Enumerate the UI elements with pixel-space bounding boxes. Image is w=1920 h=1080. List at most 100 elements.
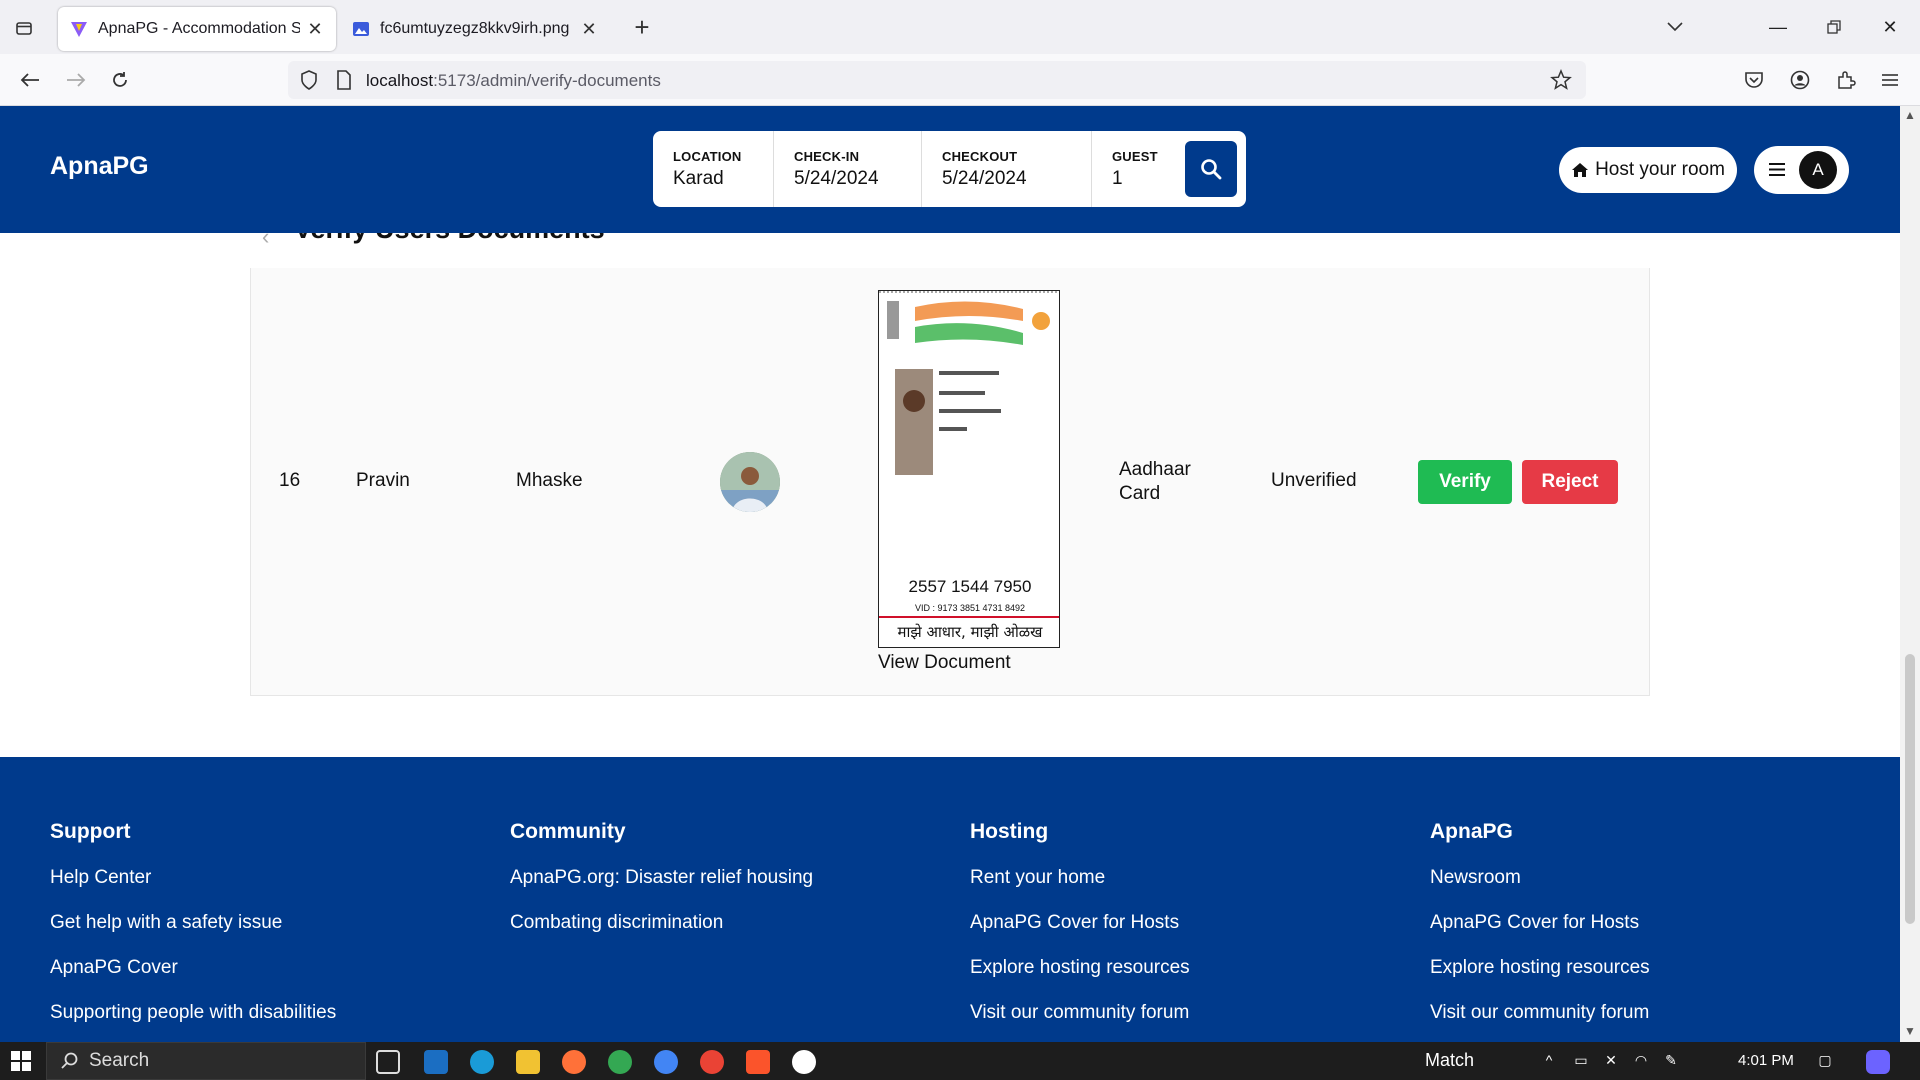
footer-heading: ApnaPG: [1430, 820, 1513, 843]
back-icon[interactable]: [14, 64, 46, 96]
app-icon[interactable]: [792, 1050, 816, 1074]
wifi-icon[interactable]: ◠: [1632, 1052, 1650, 1070]
taskbar-widget[interactable]: Match: [1425, 1050, 1474, 1071]
hamburger-icon: [1769, 163, 1785, 176]
tab-list-icon[interactable]: [10, 14, 38, 42]
tab-title: fc6umtuyzegz8kkv9irh.png (PN: [380, 20, 574, 37]
footer-link[interactable]: Explore hosting resources: [1430, 957, 1650, 1002]
footer-link[interactable]: ApnaPG Cover: [50, 957, 336, 1002]
close-window-icon[interactable]: ✕: [1872, 10, 1908, 44]
checkout-field[interactable]: CHECKOUT 5/24/2024: [921, 131, 1091, 207]
scrollbar-thumb[interactable]: [1905, 654, 1915, 924]
home-icon: [1572, 163, 1589, 177]
chrome-profile-icon[interactable]: [654, 1050, 678, 1074]
footer-link[interactable]: Visit our community forum: [1430, 1002, 1650, 1047]
footer-column-hosting: Hosting Rent your home ApnaPG Cover for …: [970, 820, 1190, 1047]
scroll-down-icon[interactable]: ▼: [1903, 1024, 1917, 1038]
reload-icon[interactable]: [104, 64, 136, 96]
footer-link[interactable]: Supporting people with disabilities: [50, 1002, 336, 1047]
footer-link[interactable]: Help Center: [50, 867, 336, 912]
footer-link[interactable]: ApnaPG Cover for Hosts: [1430, 912, 1650, 957]
firefox-icon[interactable]: [562, 1050, 586, 1074]
task-view-icon[interactable]: [376, 1050, 400, 1074]
site-header: ApnaPG LOCATION Karad CHECK-IN 5/24/2024…: [0, 106, 1900, 233]
user-avatar: [720, 452, 780, 512]
taskbar-search[interactable]: Search: [46, 1042, 366, 1080]
footer-link[interactable]: ApnaPG.org: Disaster relief housing: [510, 867, 813, 912]
edge-icon[interactable]: [470, 1050, 494, 1074]
tray-chevron-icon[interactable]: ^: [1540, 1052, 1558, 1070]
guest-field[interactable]: GUEST 1: [1091, 131, 1181, 207]
footer-link[interactable]: Rent your home: [970, 867, 1190, 912]
page-scrollbar[interactable]: ▲ ▼: [1900, 106, 1920, 1042]
extensions-icon[interactable]: [1830, 64, 1862, 96]
windows-taskbar: Search Match ^ ▭ ✕ ◠ ✎ 4:01 PM ▢: [0, 1042, 1920, 1080]
footer-link[interactable]: ApnaPG Cover for Hosts: [970, 912, 1190, 957]
pocket-icon[interactable]: [1738, 64, 1770, 96]
new-tab-icon[interactable]: +: [628, 14, 656, 42]
footer-column-support: Support Help Center Get help with a safe…: [50, 820, 336, 1047]
search-bar: LOCATION Karad CHECK-IN 5/24/2024 CHECKO…: [653, 131, 1246, 207]
footer-column-community: Community ApnaPG.org: Disaster relief ho…: [510, 820, 813, 957]
footer-heading: Hosting: [970, 820, 1049, 843]
close-tab-icon[interactable]: ✕: [580, 19, 598, 39]
verify-button[interactable]: Verify: [1418, 460, 1512, 504]
restore-icon[interactable]: [1816, 10, 1852, 44]
app-menu-icon[interactable]: [1874, 64, 1906, 96]
reject-button[interactable]: Reject: [1522, 460, 1618, 504]
image-favicon-icon: [353, 22, 369, 36]
footer-link[interactable]: Get help with a safety issue: [50, 912, 336, 957]
footer-link[interactable]: Combating discrimination: [510, 912, 813, 957]
user-menu-button[interactable]: A: [1754, 146, 1849, 194]
view-document-link[interactable]: View Document: [878, 652, 1011, 674]
footer-link[interactable]: Explore hosting resources: [970, 957, 1190, 1002]
tab-apnapg[interactable]: ApnaPG - Accommodation Solu ✕: [58, 7, 336, 51]
forward-icon[interactable]: [60, 64, 92, 96]
browser-nav-bar: localhost:5173/admin/verify-documents: [0, 54, 1920, 106]
scroll-up-icon[interactable]: ▲: [1903, 108, 1917, 122]
document-type: Aadhaar Card: [1119, 459, 1191, 504]
footer-link[interactable]: Newsroom: [1430, 867, 1650, 912]
page-icon[interactable]: [336, 70, 352, 95]
tab-title: ApnaPG - Accommodation Solu: [98, 20, 300, 37]
footer-heading: Community: [510, 820, 626, 843]
bookmark-star-icon[interactable]: [1550, 69, 1572, 96]
battery-icon[interactable]: ▭: [1572, 1052, 1590, 1070]
file-explorer-icon[interactable]: [516, 1050, 540, 1074]
document-thumbnail[interactable]: 2557 1544 7950 VID : 9173 3851 4731 8492…: [878, 290, 1060, 648]
location-field[interactable]: LOCATION Karad: [653, 131, 773, 207]
account-icon[interactable]: [1784, 64, 1816, 96]
document-vid: VID : 9173 3851 4731 8492: [915, 603, 1025, 613]
copilot-icon[interactable]: [1866, 1050, 1890, 1074]
footer-heading: Support: [50, 820, 131, 843]
mail-icon[interactable]: [424, 1050, 448, 1074]
document-motto: माझे आधार, माझी ओळख: [898, 623, 1044, 641]
chrome-icon[interactable]: [608, 1050, 632, 1074]
shield-icon[interactable]: [300, 70, 318, 95]
footer-column-apnapg: ApnaPG Newsroom ApnaPG Cover for Hosts E…: [1430, 820, 1650, 1047]
search-icon: [61, 1052, 78, 1069]
list-all-tabs-icon[interactable]: [1657, 10, 1693, 44]
notification-icon[interactable]: ▢: [1816, 1052, 1834, 1070]
avatar: A: [1799, 151, 1837, 189]
checkin-field[interactable]: CHECK-IN 5/24/2024: [773, 131, 921, 207]
host-your-room-button[interactable]: Host your room: [1559, 147, 1737, 193]
browser-tab-bar: ApnaPG - Accommodation Solu ✕ fc6umtuyze…: [0, 0, 1920, 54]
footer-link[interactable]: Visit our community forum: [970, 1002, 1190, 1047]
brand-logo[interactable]: ApnaPG: [50, 152, 149, 181]
pen-icon[interactable]: ✎: [1662, 1052, 1680, 1070]
search-button[interactable]: [1185, 141, 1237, 197]
volume-mute-icon[interactable]: ✕: [1602, 1052, 1620, 1070]
windows-start-icon[interactable]: [10, 1050, 32, 1072]
minimize-icon[interactable]: —: [1760, 10, 1796, 44]
taskbar-clock[interactable]: 4:01 PM: [1738, 1052, 1794, 1069]
url-text[interactable]: localhost:5173/admin/verify-documents: [366, 71, 661, 91]
close-tab-icon[interactable]: ✕: [306, 19, 324, 39]
tab-image[interactable]: fc6umtuyzegz8kkv9irh.png (PN ✕: [340, 7, 610, 51]
chrome-alt-icon[interactable]: [700, 1050, 724, 1074]
vite-favicon-icon: [71, 22, 87, 37]
brave-icon[interactable]: [746, 1050, 770, 1074]
document-number: 2557 1544 7950: [909, 577, 1032, 596]
user-id: 16: [279, 470, 301, 491]
address-bar[interactable]: localhost:5173/admin/verify-documents: [288, 61, 1586, 99]
